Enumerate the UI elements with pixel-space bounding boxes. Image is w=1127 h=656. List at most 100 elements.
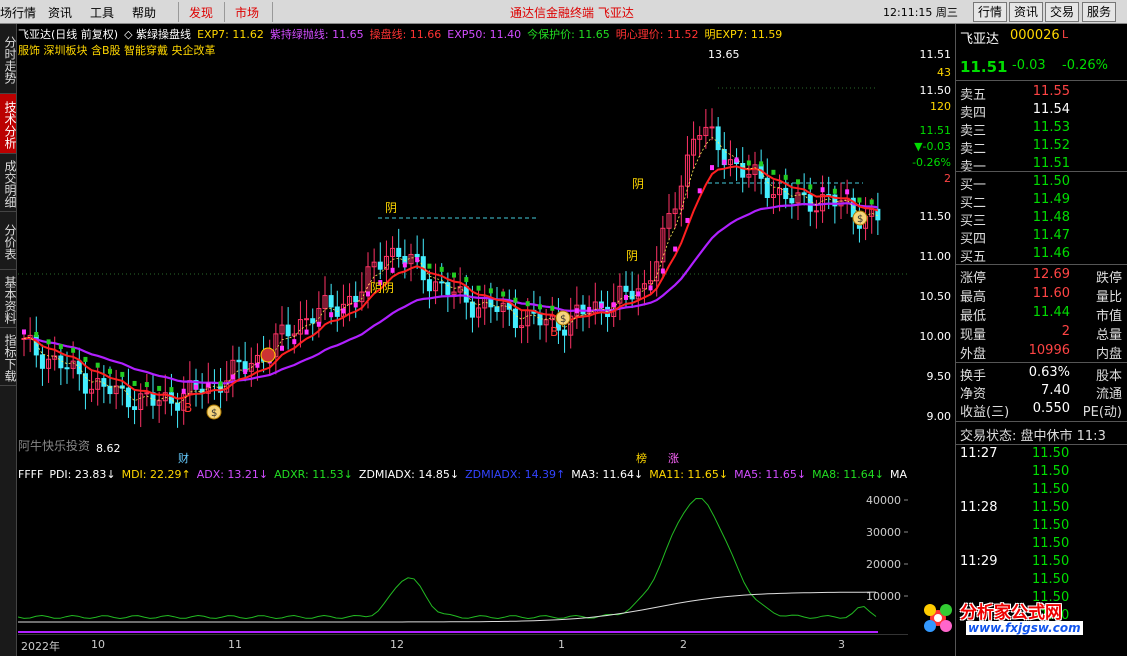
row-tail-label: 量比 [1095,290,1122,305]
candle-body [580,304,586,315]
band-marker [869,199,874,205]
candle-body [304,318,310,321]
band-marker [857,197,862,203]
quote-button[interactable]: 行情 [973,2,1008,22]
band-marker [181,388,186,394]
band-marker [71,347,76,353]
service-button[interactable]: 服务 [1082,2,1117,22]
row-value: 11.49 [1032,192,1070,207]
time-tick: 2022年 [21,640,60,653]
left-tab-2[interactable]: 成交明细 [0,154,17,212]
candle-body [740,163,746,178]
row-value: 11.44 [1032,305,1070,320]
candle-body [562,329,568,336]
indicator-chart[interactable]: 40000300002000010000 [18,482,908,634]
menu-item-4[interactable]: 发现 [189,4,213,21]
menu-item-3[interactable]: 帮助 [132,4,156,21]
code-tag: L [1062,28,1069,41]
band-marker [771,169,776,175]
menu-item-5[interactable]: 市场 [235,4,259,21]
row-tail-label: 流通 [1095,387,1122,402]
candle-body [328,295,334,308]
row-label: 买二 [960,196,987,211]
band-marker [230,374,235,380]
quote-panel: 飞亚达 000026 L 11.51 -0.03 -0.26% 卖五 11.55 卖… [955,24,1127,656]
band-marker [624,294,628,300]
candle-body [623,285,629,292]
candle-body [236,359,242,363]
order-book-row: 最低 11.44 市值 [958,305,1126,324]
band-marker [132,380,137,386]
trade-button[interactable]: 交易 [1045,2,1080,22]
candle-body [101,378,107,387]
left-tab-bar: 分时走势 技术分析 成交明细 分价表 基本资料 指标下载 [0,24,17,656]
order-book-row: 卖四 11.54 [958,102,1126,121]
left-tab-1[interactable]: 技术分析 [0,94,17,154]
row-value: 11.48 [1032,210,1070,225]
candle-body [168,392,174,404]
row-value: 7.40 [1041,383,1070,398]
order-book-row: 买二 11.49 [958,192,1126,211]
row-tail-label: 内盘 [1095,347,1122,362]
price-change-pct: -0.26% [1062,58,1108,73]
news-button[interactable]: 资讯 [1009,2,1044,22]
row-value: 11.53 [1032,120,1070,135]
menu-item-1[interactable]: 资讯 [48,4,72,21]
row-label: 买三 [960,214,987,229]
menu-item-2[interactable]: 工具 [90,4,114,21]
band-marker [169,387,174,393]
band-marker [427,263,432,269]
order-book-row: 净资 7.40 流通 [958,383,1126,402]
indicator-value: MA8: 11.64↓ [812,468,885,481]
left-tab-0[interactable]: 分时走势 [0,24,17,94]
price-tick: -0.26% [912,156,951,169]
operation-line [23,165,879,400]
indicator-value: PDI: 23.83↓ [49,468,116,481]
band-marker [796,179,800,185]
price-scale: 11.51 43 11.50 120 11.51 ▼-0.03 -0.26% 2 11.50 11… [908,24,955,464]
tick-price: 11.50 [1032,464,1070,479]
band-marker [83,356,88,362]
tick-row: 11.50 [958,572,1126,590]
band-marker [501,291,506,297]
tick-price: 11.50 [1032,500,1070,515]
indicator-value: MA3: 11.64↓ [571,468,644,481]
tick-row: 11.50 [958,536,1126,554]
candle-body [715,126,721,151]
tick-price: 11.50 [1032,536,1070,551]
row-label: 现量 [960,328,987,343]
row-label: 卖五 [960,88,987,103]
order-book-row: 卖三 11.53 [958,120,1126,139]
indicator-value: MA5: 11.65↓ [734,468,807,481]
row-tail-label: 总量 [1095,328,1122,343]
coin-glyph: $ [560,314,566,325]
indicator-tick: 40000 [866,494,901,507]
candle-body [789,198,795,204]
band-marker [58,344,63,350]
bang-marker: 榜 [636,451,647,465]
low-price-label: 8.62 [96,442,121,455]
order-book-row: 买五 11.46 [958,246,1126,265]
watermark-url: www.fxjgsw.com [966,621,1083,635]
price-change: -0.03 [1012,58,1046,73]
band-marker [648,285,653,291]
kline-chart[interactable]: 13.658.62阴阴阴阴阴BB财榜涨阿牛快乐投资$$$ [18,40,908,466]
order-book-row: 最高 11.60 量比 [958,286,1126,305]
left-tab-4[interactable]: 基本资料 [0,270,17,328]
band-marker [316,321,321,327]
indicator-value: ADXR: 11.53↓ [274,468,353,481]
left-tab-3[interactable]: 分价表 [0,212,17,270]
candle-body [39,354,45,369]
order-book-row: 现量 2 总量 [958,324,1126,343]
green-indicator-line [18,497,877,620]
menu-item-0[interactable]: 场行情 [0,4,36,21]
band-marker [243,369,248,375]
indicator-value: FFFF [18,468,44,481]
candle-body [494,306,500,312]
price-tick: 11.51 [919,48,952,61]
candle-body [132,406,138,410]
row-label: 买一 [960,178,987,193]
menu-bar: 场行情 资讯 工具 帮助 发现 市场 通达信金融终端 飞亚达 12:11:15 周三 行情… [0,0,1127,24]
tick-row: 11.50 [958,518,1126,536]
left-tab-5[interactable]: 指标下载 [0,328,17,386]
